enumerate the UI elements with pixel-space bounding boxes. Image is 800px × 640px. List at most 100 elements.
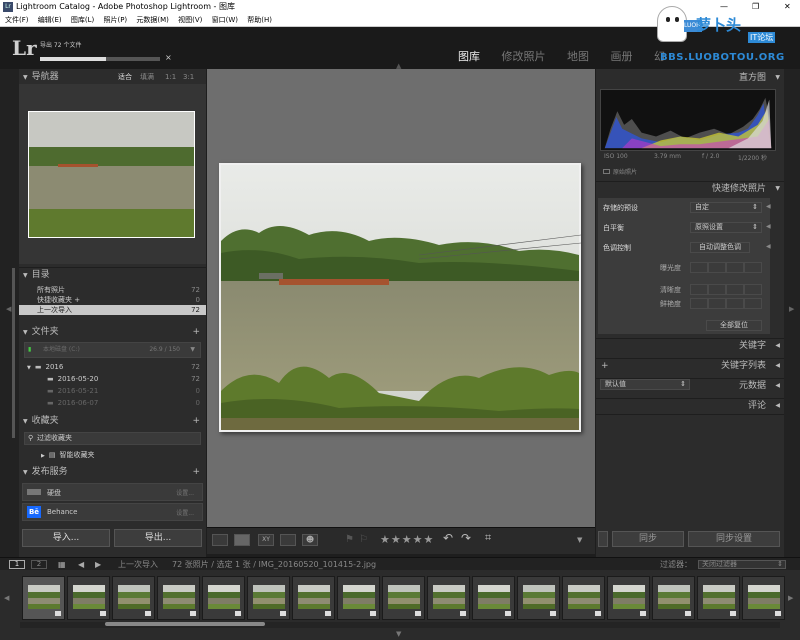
filmstrip-thumbnail[interactable] (112, 576, 155, 620)
filmstrip-thumbnail[interactable] (337, 576, 380, 620)
histogram-header[interactable]: 直方图 ▼ (596, 71, 784, 85)
step-button[interactable] (708, 262, 726, 273)
navigator-thumbnail[interactable] (28, 111, 195, 238)
collapse-right-icon[interactable]: ▶ (789, 305, 794, 313)
screen-1-button[interactable]: 1 (9, 560, 25, 569)
filmstrip-thumbnail[interactable] (652, 576, 695, 620)
step-button[interactable] (726, 298, 744, 309)
left-panel-scrollbar[interactable] (12, 268, 15, 438)
catalog-item-selected[interactable]: 上一次导入 72 (19, 305, 206, 315)
step-button[interactable] (744, 298, 762, 309)
filmstrip-thumbnail[interactable] (607, 576, 650, 620)
rotate-right-icon[interactable]: ↷ (461, 531, 471, 545)
grid-view-icon[interactable] (212, 534, 228, 546)
filmstrip-thumbnail[interactable] (697, 576, 740, 620)
add-collection-icon[interactable]: + (192, 414, 200, 428)
filmstrip-thumbnail[interactable] (562, 576, 605, 620)
publish-service-behance[interactable]: Bē Behance 设置... (22, 503, 203, 521)
step-button[interactable] (708, 298, 726, 309)
rotate-left-icon[interactable]: ↶ (443, 531, 453, 545)
module-develop[interactable]: 修改照片 (502, 50, 546, 63)
filmstrip-thumbnail[interactable] (742, 576, 785, 620)
filmstrip-thumbnail[interactable] (517, 576, 560, 620)
catalog-item[interactable]: 快捷收藏夹 + 0 (19, 295, 206, 305)
filmstrip-thumbnail[interactable] (427, 576, 470, 620)
add-folder-icon[interactable]: + (192, 325, 200, 339)
keyword-list-header[interactable]: + 关键字列表 ◀ (596, 358, 784, 372)
collapse-bottom-icon[interactable]: ▼ (396, 630, 401, 638)
volume-bar[interactable]: ▮ 本地磁盘 (C:) 26.9 / 150 ▼ (24, 342, 201, 358)
main-photo[interactable] (219, 163, 581, 432)
filmstrip-thumbnail[interactable] (157, 576, 200, 620)
menu-library[interactable]: 图库(L) (71, 16, 94, 24)
menu-file[interactable]: 文件(F) (5, 16, 29, 24)
volume-menu-icon[interactable]: ▼ (190, 343, 195, 357)
collapse-left-icon[interactable]: ◀ (6, 305, 11, 313)
flag-pick-icon[interactable]: ⚑ (345, 534, 354, 545)
filmstrip-thumbnail[interactable] (22, 576, 65, 620)
folder-item[interactable]: ▼ ▬ 2016 72 (19, 361, 206, 373)
saved-preset-dropdown[interactable]: 自定 ⇕ (690, 202, 762, 213)
collection-filter-input[interactable]: ⚲ 过滤收藏夹 (24, 432, 201, 445)
filmstrip-thumbnail[interactable] (247, 576, 290, 620)
menu-edit[interactable]: 编辑(E) (38, 16, 62, 24)
smart-collection-item[interactable]: ▶ ▤ 智能收藏夹 (19, 450, 206, 460)
publish-setup-link[interactable]: 设置... (176, 488, 194, 497)
collapse-top-icon[interactable]: ▲ (396, 62, 401, 70)
menu-view[interactable]: 视图(V) (178, 16, 202, 24)
folder-item[interactable]: ▬ 2016-06-07 0 (19, 397, 206, 409)
filmstrip-left-icon[interactable]: ◀ (4, 594, 9, 602)
filmstrip-thumbnail[interactable] (292, 576, 335, 620)
filmstrip-thumbnail[interactable] (472, 576, 515, 620)
survey-view-icon[interactable] (280, 534, 296, 546)
export-button[interactable]: 导出... (114, 529, 202, 547)
menu-window[interactable]: 窗口(W) (212, 16, 238, 24)
add-keyword-icon[interactable]: + (601, 359, 609, 373)
module-library[interactable]: 图库 (458, 50, 480, 63)
crop-icon[interactable]: ⌗ (485, 531, 491, 545)
step-button[interactable] (726, 262, 744, 273)
step-button[interactable] (690, 284, 708, 295)
sync-toggle-switch[interactable] (598, 531, 608, 547)
menu-help[interactable]: 帮助(H) (247, 16, 272, 24)
menu-photo[interactable]: 照片(P) (103, 16, 127, 24)
loupe-view-icon[interactable] (234, 534, 250, 546)
publish-header[interactable]: ▼ 发布服务 + (19, 465, 206, 479)
menu-metadata[interactable]: 元数据(M) (136, 16, 169, 24)
filmstrip-thumbnail[interactable] (202, 576, 245, 620)
add-publish-icon[interactable]: + (192, 465, 200, 479)
metadata-preset-dropdown[interactable]: 默认值 ⇕ (600, 379, 690, 390)
filmstrip-right-icon[interactable]: ▶ (788, 594, 793, 602)
step-button[interactable] (744, 262, 762, 273)
star-rating[interactable]: ★★★★★ (380, 533, 434, 546)
step-button[interactable] (690, 298, 708, 309)
right-edge-strip[interactable] (784, 69, 800, 557)
filmstrip-thumbnail[interactable] (67, 576, 110, 620)
flag-reject-icon[interactable]: ⚐ (359, 534, 368, 545)
catalog-header[interactable]: ▼ 目录 (19, 267, 206, 281)
auto-tone-button[interactable]: 自动调整色调 (690, 242, 750, 253)
quick-develop-header[interactable]: 快速修改照片 ▼ (596, 181, 784, 195)
keywording-header[interactable]: 关键字 ◀ (596, 338, 784, 352)
import-button[interactable]: 导入... (22, 529, 110, 547)
screen-2-button[interactable]: 2 (31, 560, 47, 569)
collection-item[interactable] (19, 71, 206, 81)
sync-button[interactable]: 同步 (612, 531, 684, 547)
filmstrip-thumbnail[interactable] (382, 576, 425, 620)
catalog-item[interactable]: 所有照片 72 (19, 285, 206, 295)
collections-header[interactable]: ▼ 收藏夹 + (19, 414, 206, 428)
toolbar-menu-icon[interactable]: ▼ (577, 536, 582, 544)
folder-item[interactable]: ▬ 2016-05-21 0 (19, 385, 206, 397)
publish-service-disk[interactable]: 硬盘 设置... (22, 483, 203, 501)
publish-setup-link[interactable]: 设置... (176, 508, 194, 517)
collapse-icon[interactable]: ◀ (766, 243, 771, 250)
step-button[interactable] (726, 284, 744, 295)
original-photo-toggle[interactable]: 原始照片 (603, 167, 637, 176)
module-book[interactable]: 画册 (611, 50, 633, 63)
expand-icon[interactable]: ▼ (27, 365, 31, 371)
people-view-icon[interactable]: ☻ (302, 534, 318, 546)
filter-dropdown[interactable]: 关闭过滤器 ⇕ (698, 560, 786, 569)
comments-header[interactable]: 评论 ◀ (596, 398, 784, 412)
module-map[interactable]: 地图 (567, 50, 589, 63)
compare-view-icon[interactable]: XY (258, 534, 274, 546)
